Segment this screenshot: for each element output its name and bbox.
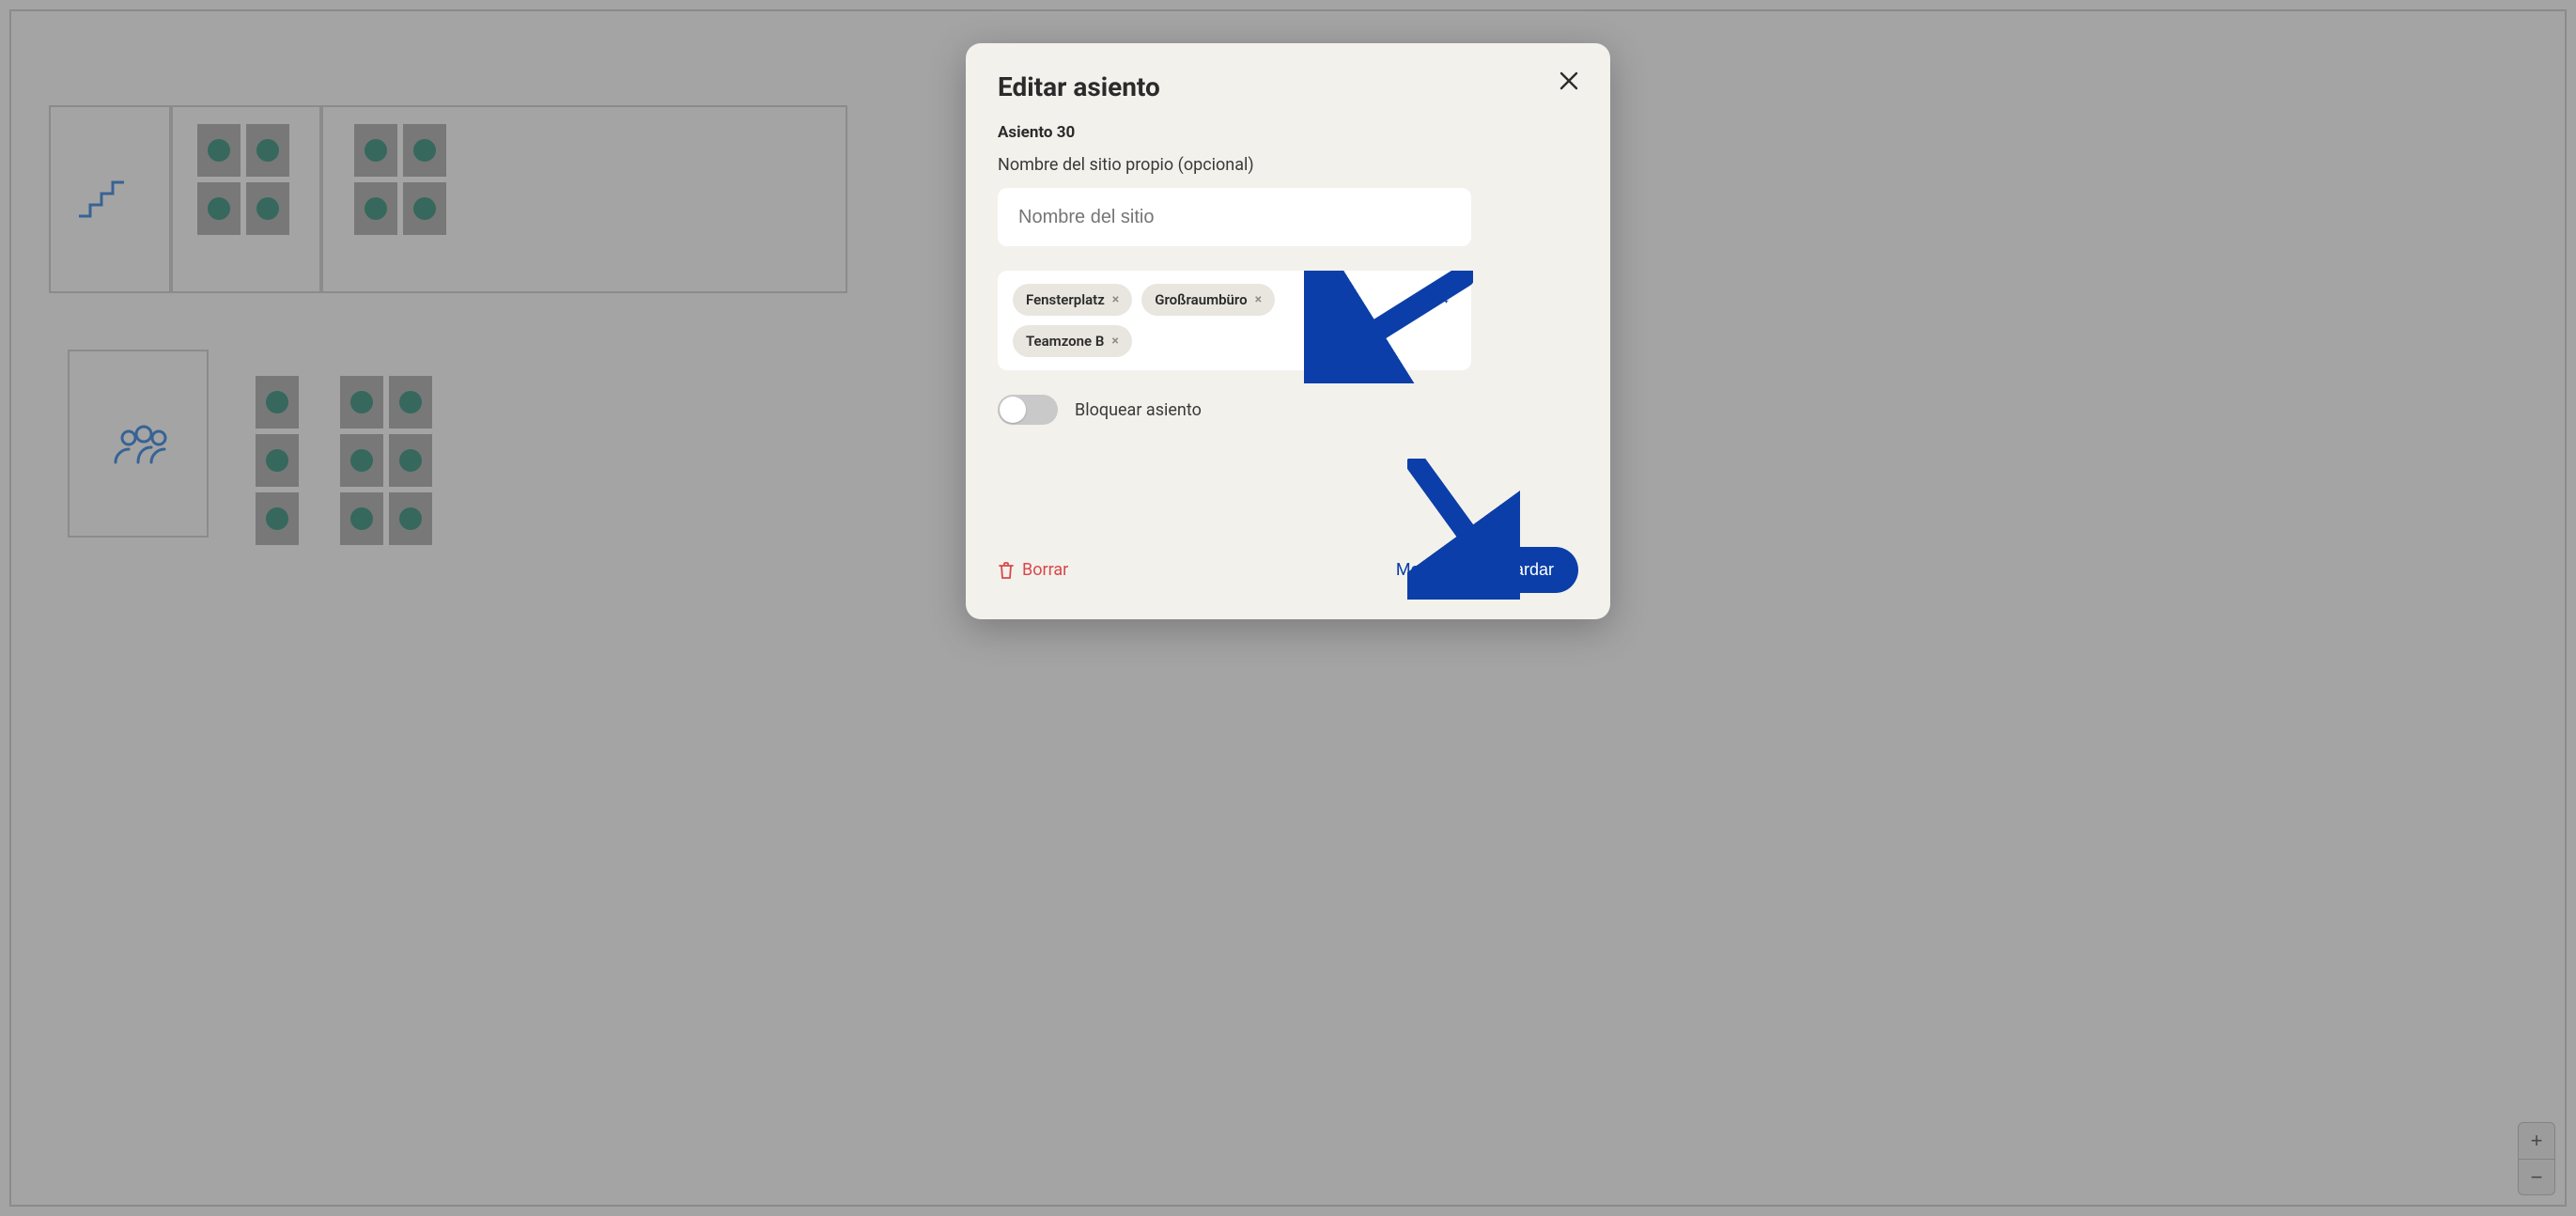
delete-button[interactable]: Borrar (998, 560, 1068, 580)
annotation-arrow-icon (1407, 459, 1520, 600)
lock-seat-toggle[interactable] (998, 395, 1058, 425)
tag-label: Großraumbüro (1155, 291, 1247, 308)
tag-label: Teamzone B (1026, 333, 1104, 350)
close-button[interactable] (1554, 66, 1584, 96)
toggle-knob (1000, 397, 1026, 423)
lock-seat-label: Bloquear asiento (1075, 400, 1202, 420)
site-name-input[interactable] (998, 188, 1471, 246)
tag-remove-icon[interactable]: × (1112, 292, 1119, 307)
seat-id-label: Asiento 30 (998, 123, 1578, 142)
tag-chip[interactable]: Fensterplatz × (1013, 284, 1132, 316)
trash-icon (998, 561, 1015, 580)
tag-remove-icon[interactable]: × (1255, 292, 1262, 307)
tag-remove-icon[interactable]: × (1111, 334, 1118, 349)
tag-chip[interactable]: Großraumbüro × (1141, 284, 1275, 316)
edit-seat-modal: Editar asiento Asiento 30 Nombre del sit… (966, 43, 1610, 619)
annotation-arrow-icon (1304, 271, 1473, 383)
site-name-label: Nombre del sitio propio (opcional) (998, 155, 1578, 175)
tag-label: Fensterplatz (1026, 291, 1105, 308)
delete-label: Borrar (1022, 560, 1068, 580)
tag-chip[interactable]: Teamzone B × (1013, 325, 1132, 357)
modal-title: Editar asiento (998, 71, 1578, 102)
